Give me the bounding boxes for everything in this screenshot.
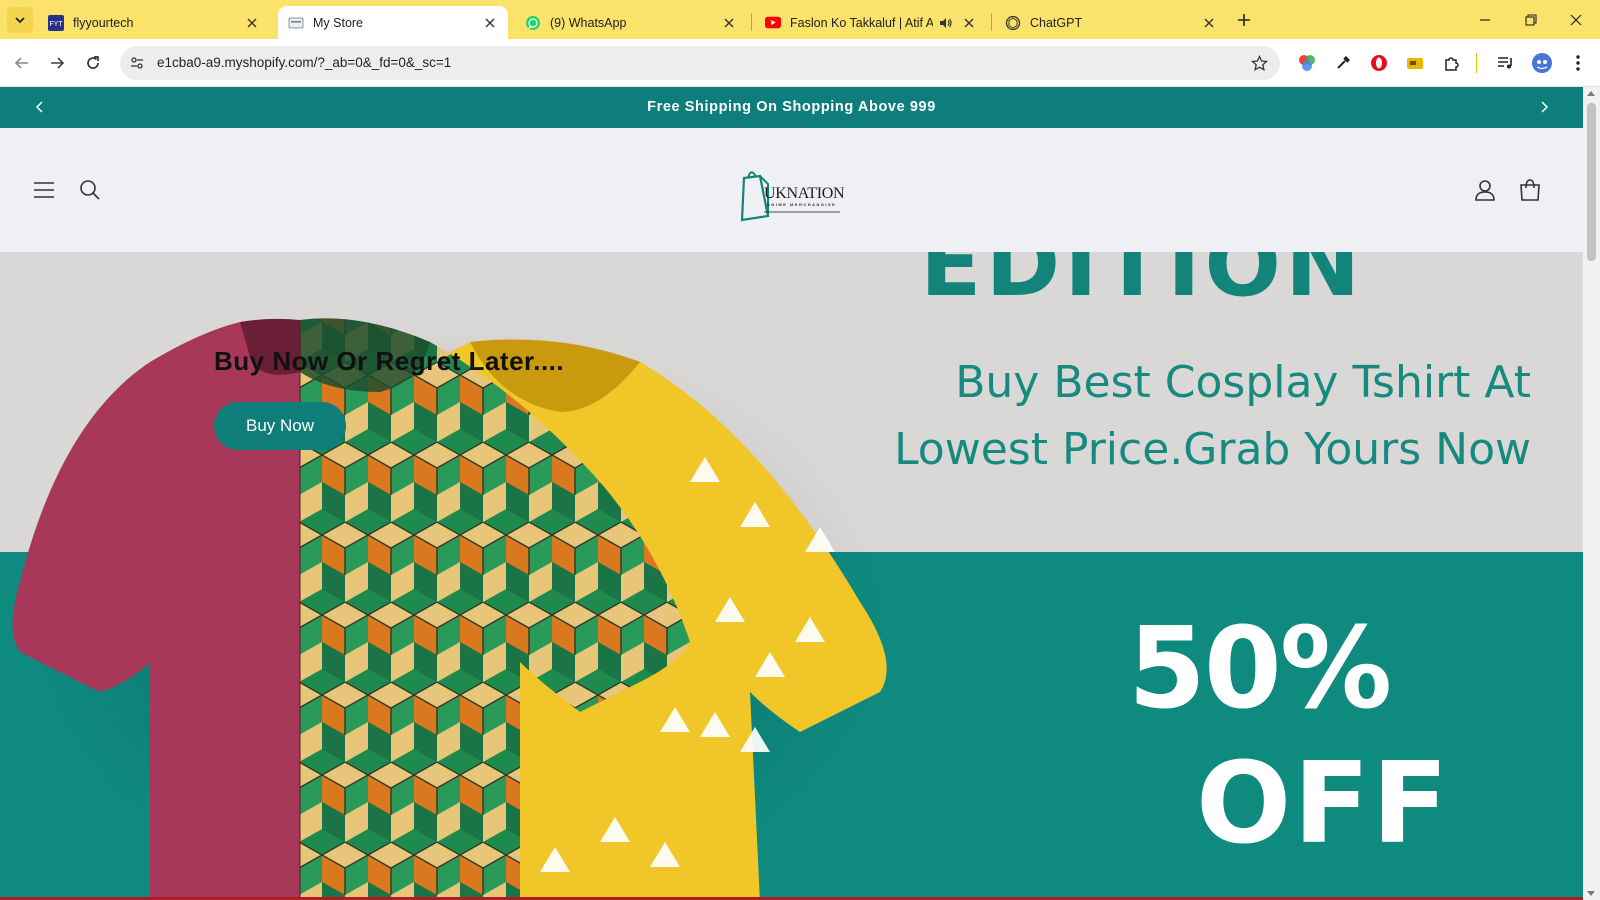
- arrow-left-icon: [14, 57, 28, 69]
- browser-tab-strip: FYT flyyourtech My Store (9) WhatsApp Fa…: [0, 0, 1600, 39]
- back-button[interactable]: [10, 51, 34, 75]
- browser-tab-flyyourtech[interactable]: FYT flyyourtech: [38, 6, 270, 39]
- promo-line-1: Buy Best Cosplay Tshirt At: [955, 357, 1531, 408]
- announcement-bar: Free Shipping On Shopping Above 999: [0, 87, 1583, 128]
- url-text[interactable]: e1cba0-a9.myshopify.com/?_ab=0&_fd=0&_sc…: [157, 55, 451, 70]
- chatgpt-icon: [1005, 15, 1021, 31]
- cart-button[interactable]: [1516, 176, 1544, 204]
- extensions-puzzle-icon[interactable]: [1441, 52, 1463, 74]
- tab-separator: [751, 13, 752, 31]
- logo-tagline: ANIME MERCHANDISE: [767, 202, 837, 207]
- close-tab-icon[interactable]: [482, 15, 498, 31]
- wallet-extension-icon[interactable]: [1404, 52, 1426, 74]
- tab-title: flyyourtech: [73, 15, 134, 30]
- close-icon: [1570, 14, 1582, 26]
- media-control-icon[interactable]: [1494, 52, 1516, 74]
- tab-title: My Store: [313, 15, 364, 30]
- web-page: Free Shipping On Shopping Above 999 UKNA…: [0, 87, 1583, 900]
- browser-menu-icon[interactable]: [1567, 52, 1589, 74]
- plus-icon: [1238, 14, 1250, 26]
- hero-banner[interactable]: EDITION Buy Best Cosplay Tshirt At Lowes…: [0, 252, 1583, 900]
- tab-search-button[interactable]: [7, 7, 33, 33]
- tab-separator: [991, 13, 992, 31]
- store-logo[interactable]: UKNATION ANIME MERCHANDISE: [738, 168, 848, 222]
- minimize-icon: [1480, 19, 1490, 21]
- close-tab-icon[interactable]: [961, 15, 977, 31]
- tab-title: Faslon Ko Takkaluf | Atif Aslam: [790, 15, 933, 30]
- profile-avatar[interactable]: [1531, 52, 1553, 74]
- store-header: UKNATION ANIME MERCHANDISE: [0, 128, 1583, 252]
- shopify-store-favicon: [288, 15, 304, 31]
- page-scrollbar[interactable]: [1583, 87, 1600, 900]
- scroll-thumb[interactable]: [1587, 103, 1596, 261]
- opera-extension-icon[interactable]: [1368, 52, 1390, 74]
- account-button[interactable]: [1471, 176, 1499, 204]
- hero-edition-text: EDITION: [920, 252, 1365, 317]
- promo-line-2: Lowest Price.Grab Yours Now: [894, 424, 1531, 475]
- close-tab-icon[interactable]: [1201, 15, 1217, 31]
- address-bar[interactable]: e1cba0-a9.myshopify.com/?_ab=0&_fd=0&_sc…: [120, 46, 1280, 80]
- browser-tab-my-store[interactable]: My Store: [278, 6, 508, 39]
- color-picker-extension-icon[interactable]: [1296, 52, 1318, 74]
- shopping-bag-icon: [1520, 179, 1540, 201]
- tab-title: ChatGPT: [1030, 15, 1083, 30]
- reload-button[interactable]: [81, 51, 105, 75]
- bookmark-star-icon[interactable]: [1250, 54, 1268, 72]
- whatsapp-icon: [525, 15, 541, 31]
- discount-off: OFF: [1196, 739, 1451, 869]
- user-account-icon: [1475, 180, 1495, 201]
- site-settings-icon[interactable]: [128, 54, 146, 72]
- close-window-button[interactable]: [1564, 8, 1588, 32]
- youtube-icon: [765, 15, 781, 31]
- restore-icon: [1525, 14, 1537, 26]
- speaker-icon[interactable]: [939, 16, 953, 30]
- toolbar-divider: [1476, 53, 1477, 73]
- search-button[interactable]: [76, 176, 104, 204]
- scroll-down-arrow[interactable]: [1587, 891, 1595, 896]
- search-icon: [80, 180, 100, 200]
- browser-tab-youtube[interactable]: Faslon Ko Takkaluf | Atif Aslam: [755, 6, 987, 39]
- minimize-button[interactable]: [1473, 8, 1497, 32]
- browser-toolbar: e1cba0-a9.myshopify.com/?_ab=0&_fd=0&_sc…: [0, 39, 1600, 87]
- close-tab-icon[interactable]: [244, 15, 260, 31]
- browser-tab-chatgpt[interactable]: ChatGPT: [995, 6, 1227, 39]
- scroll-up-arrow[interactable]: [1587, 91, 1595, 96]
- eyedropper-extension-icon[interactable]: [1332, 52, 1354, 74]
- buy-now-button[interactable]: Buy Now: [214, 402, 346, 450]
- close-tab-icon[interactable]: [721, 15, 737, 31]
- announcement-text: Free Shipping On Shopping Above 999: [647, 99, 936, 115]
- new-tab-button[interactable]: [1234, 10, 1254, 30]
- tab-title: (9) WhatsApp: [550, 15, 627, 30]
- arrow-right-icon: [51, 57, 65, 69]
- chevron-down-icon: [15, 17, 25, 24]
- svg-text:FYT: FYT: [49, 21, 63, 28]
- hero-heading: Buy Now Or Regret Later....: [214, 346, 565, 376]
- logo-wordmark: UKNATION: [764, 185, 845, 202]
- browser-tab-whatsapp[interactable]: (9) WhatsApp: [515, 6, 747, 39]
- chevron-right-icon: [1541, 101, 1549, 113]
- flyyourtech-favicon: FYT: [48, 14, 64, 31]
- forward-button[interactable]: [45, 51, 69, 75]
- announcement-next-button[interactable]: [1536, 99, 1552, 115]
- reload-icon: [87, 56, 99, 69]
- menu-button[interactable]: [30, 176, 58, 204]
- discount-percent: 50%: [1128, 604, 1392, 734]
- hamburger-menu-icon: [34, 182, 54, 198]
- restore-button[interactable]: [1519, 8, 1543, 32]
